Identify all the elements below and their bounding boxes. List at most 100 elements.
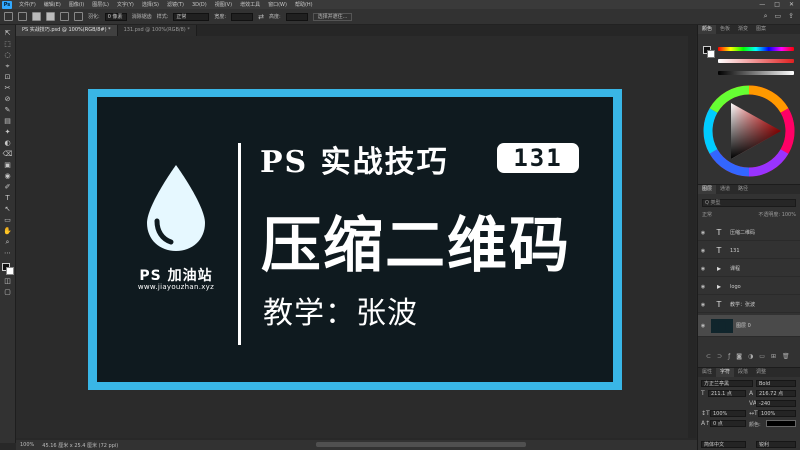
baseline-field[interactable]: 0 点 <box>710 420 746 427</box>
crop-tool-icon[interactable]: ⊡ <box>2 73 13 82</box>
marquee-tool-icon[interactable] <box>18 12 27 21</box>
document-tab-active[interactable]: PS 实战技巧.psd @ 100%(RGB/8#) * <box>16 25 118 36</box>
pen-tool-icon[interactable]: ✐ <box>2 183 13 192</box>
saturation-slider[interactable] <box>718 59 794 63</box>
add-selection-icon[interactable] <box>46 12 55 21</box>
hue-slider[interactable] <box>718 47 794 51</box>
menu-3d[interactable]: 3D(D) <box>188 2 211 8</box>
slice-tool-icon[interactable]: ✂ <box>2 84 13 93</box>
folder-icon[interactable]: ▸ <box>711 264 727 274</box>
history-brush-tool-icon[interactable]: ◐ <box>2 139 13 148</box>
minimize-icon[interactable]: — <box>759 1 765 8</box>
color-wheel[interactable] <box>703 85 795 177</box>
search-icon[interactable]: ⌕ <box>764 12 768 21</box>
blur-tool-icon[interactable]: ◉ <box>2 172 13 181</box>
menu-plugins[interactable]: 增效工具 <box>236 1 264 8</box>
adjustment-icon[interactable]: ◑ <box>748 353 759 360</box>
rectangle-tool-icon[interactable]: ▭ <box>2 216 13 225</box>
layer-filter-select[interactable]: Q 类型 <box>702 199 796 207</box>
height-input[interactable] <box>285 12 308 21</box>
background-color-swatch[interactable] <box>5 267 14 275</box>
new-group-icon[interactable]: ▭ <box>759 353 771 360</box>
font-size-field[interactable]: 211.1 点 <box>708 390 746 397</box>
document-info[interactable]: 45.16 厘米 x 25.4 厘米 (72 ppi) <box>42 442 118 449</box>
zoom-tool-icon[interactable]: ⌕ <box>2 238 13 247</box>
lasso-tool-icon[interactable]: ◌ <box>2 51 13 60</box>
brightness-slider[interactable] <box>718 71 794 75</box>
close-icon[interactable]: ✕ <box>789 1 794 8</box>
menu-layer[interactable]: 图层(L) <box>88 1 113 8</box>
link-layers-icon[interactable]: ⊂⊃ <box>706 353 728 360</box>
eraser-tool-icon[interactable]: ⌫ <box>2 150 13 159</box>
quick-select-tool-icon[interactable]: ⌖ <box>2 62 13 71</box>
workspace-icon[interactable]: ▭ <box>775 12 782 21</box>
horizontal-scrollbar[interactable] <box>316 442 526 447</box>
visibility-eye-icon[interactable]: ◉ <box>698 248 708 254</box>
layer-row[interactable]: ◉ T 压缩二维码 <box>698 225 800 241</box>
visibility-eye-icon[interactable]: ◉ <box>698 230 708 236</box>
path-select-tool-icon[interactable]: ↖ <box>2 205 13 214</box>
select-and-mask-button[interactable]: 选择并遮住... <box>312 12 353 21</box>
layer-row[interactable]: ◉ ▸ logo <box>698 279 800 295</box>
blend-mode-select[interactable]: 正常 <box>702 212 712 218</box>
visibility-eye-icon[interactable]: ◉ <box>698 323 708 329</box>
zoom-level[interactable]: 100% <box>20 442 34 448</box>
text-color-swatch[interactable] <box>766 420 796 427</box>
new-layer-icon[interactable]: ⊞ <box>771 353 782 360</box>
marquee-tool-icon[interactable]: ⬚ <box>2 40 13 49</box>
tab-layers[interactable]: 图层 <box>698 185 717 194</box>
tab-color[interactable]: 颜色 <box>698 25 717 34</box>
gradient-tool-icon[interactable]: ▣ <box>2 161 13 170</box>
menu-file[interactable]: 文件(F) <box>15 1 40 8</box>
document-tab-131[interactable]: 131.psd @ 100%(RGB/8) * <box>117 25 197 36</box>
subtract-selection-icon[interactable] <box>60 12 69 21</box>
share-icon[interactable]: ⇪ <box>788 12 794 21</box>
menu-filter[interactable]: 滤镜(T) <box>163 1 188 8</box>
font-family-select[interactable]: 方正兰亭黑 <box>701 380 753 387</box>
feather-input[interactable]: 0 像素 <box>104 12 127 21</box>
tab-character[interactable]: 字符 <box>716 368 735 377</box>
visibility-eye-icon[interactable]: ◉ <box>698 302 708 308</box>
menu-select[interactable]: 选择(S) <box>138 1 163 8</box>
menu-edit[interactable]: 编辑(E) <box>40 1 65 8</box>
antialias-select[interactable]: 锐利 <box>756 441 796 448</box>
visibility-eye-icon[interactable]: ◉ <box>698 284 708 290</box>
move-tool-icon[interactable]: ⇱ <box>2 29 13 38</box>
layer-row[interactable]: ◉ T 131 <box>698 243 800 259</box>
layer-row-selected[interactable]: ◉ ▇ 图层 0 <box>698 315 800 337</box>
menu-image[interactable]: 图像(I) <box>65 1 88 8</box>
tab-swatches[interactable]: 色板 <box>716 25 734 34</box>
color-chips[interactable] <box>1 263 14 275</box>
tab-gradients[interactable]: 渐变 <box>734 25 752 34</box>
hand-tool-icon[interactable]: ✋ <box>2 227 13 236</box>
menu-view[interactable]: 视图(V) <box>211 1 236 8</box>
style-select[interactable]: 正常 <box>173 12 210 21</box>
brush-tool-icon[interactable]: ▤ <box>2 117 13 126</box>
folder-icon[interactable]: ▸ <box>711 282 727 292</box>
screen-mode-icon[interactable]: ▢ <box>2 288 13 297</box>
type-tool-icon[interactable]: T <box>2 194 13 203</box>
tab-patterns[interactable]: 图案 <box>752 25 770 34</box>
layer-row[interactable]: ◉ T 教学：张波 <box>698 297 800 313</box>
menu-help[interactable]: 帮助(H) <box>291 1 317 8</box>
clone-stamp-tool-icon[interactable]: ✦ <box>2 128 13 137</box>
swap-icon[interactable]: ⇄ <box>258 13 264 21</box>
tab-adjustments[interactable]: 调整 <box>752 368 770 377</box>
vertical-scale-field[interactable]: 100% <box>710 410 746 417</box>
font-style-select[interactable]: Bold <box>756 380 796 387</box>
eyedropper-tool-icon[interactable]: ⊘ <box>2 95 13 104</box>
horizontal-scale-field[interactable]: 100% <box>758 410 796 417</box>
width-input[interactable] <box>231 12 254 21</box>
tab-channels[interactable]: 通道 <box>716 185 734 194</box>
panel-background-swatch[interactable] <box>707 50 715 58</box>
quick-mask-icon[interactable]: ◫ <box>2 277 13 286</box>
more-tools-icon[interactable]: ⋯ <box>2 249 13 258</box>
healing-brush-tool-icon[interactable]: ✎ <box>2 106 13 115</box>
intersect-selection-icon[interactable] <box>74 12 83 21</box>
delete-layer-icon[interactable]: 🗑 <box>782 353 796 360</box>
menu-type[interactable]: 文字(Y) <box>113 1 138 8</box>
home-icon[interactable] <box>4 12 13 21</box>
tab-paths[interactable]: 路径 <box>734 185 752 194</box>
vertical-scrollbar[interactable] <box>688 36 696 438</box>
menu-window[interactable]: 窗口(W) <box>264 1 291 8</box>
